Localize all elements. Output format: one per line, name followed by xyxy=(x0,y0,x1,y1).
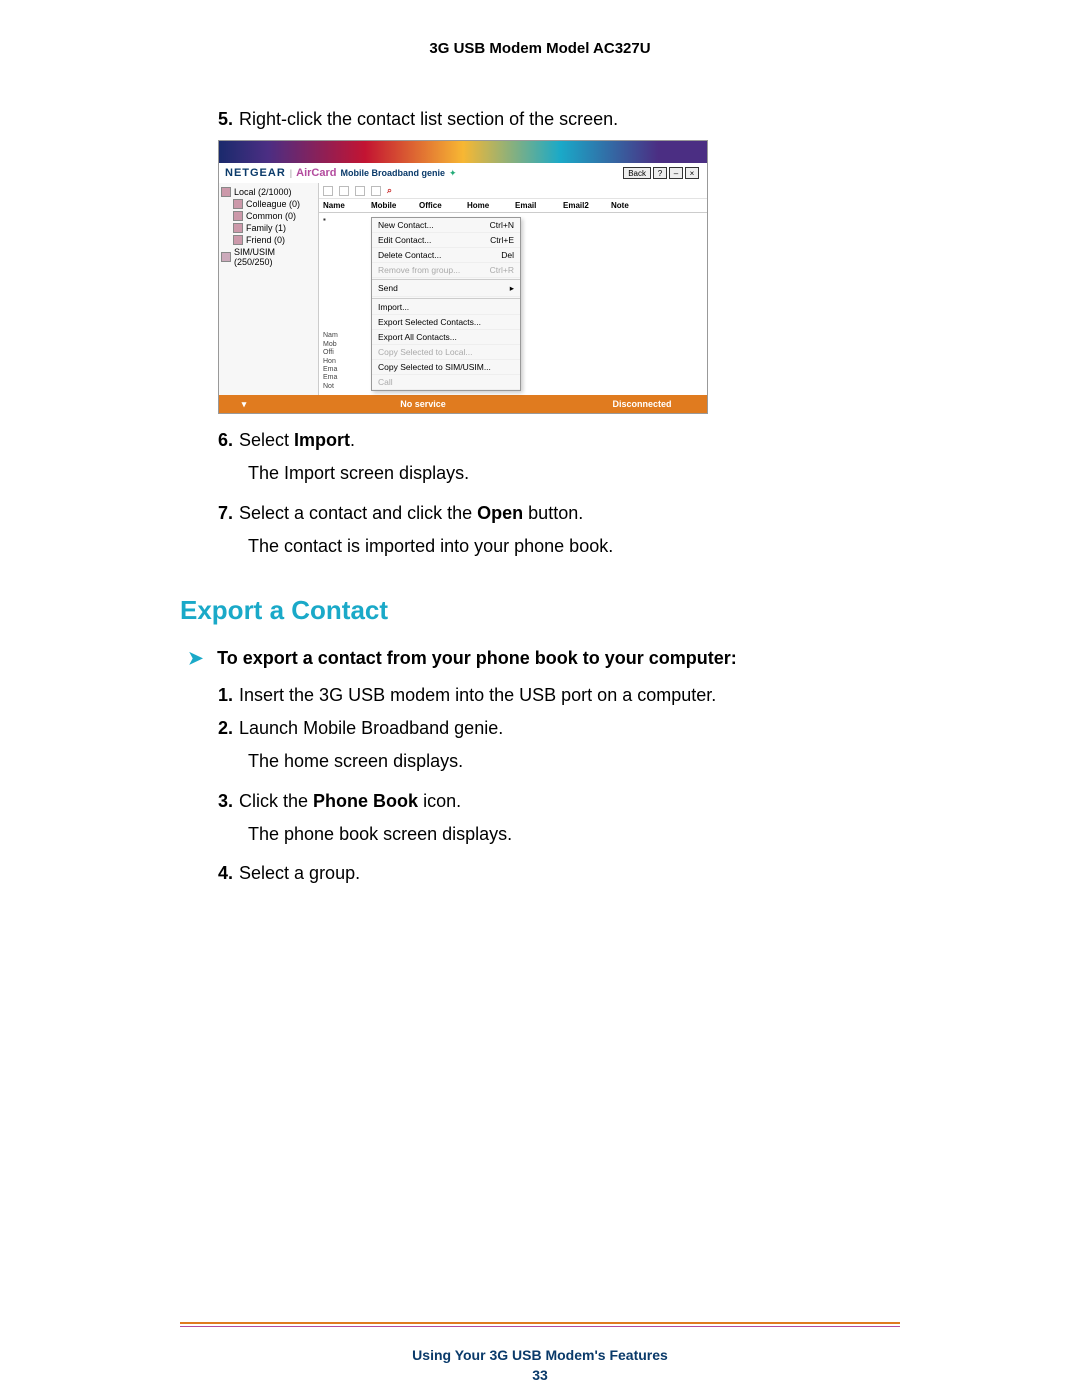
task-text: To export a contact from your phone book… xyxy=(217,648,737,669)
product-header: 3G USB Modem Model AC327U xyxy=(180,40,900,57)
ctx-delete-contact[interactable]: Delete Contact...Del xyxy=(372,248,520,263)
task-arrow-icon: ➤ xyxy=(188,648,203,669)
brand-tagline: Mobile Broadband genie xyxy=(340,168,445,178)
ctx-new-contact[interactable]: New Contact...Ctrl+N xyxy=(372,218,520,233)
toolbar: ⌕ xyxy=(319,183,707,199)
task-intro: ➤ To export a contact from your phone bo… xyxy=(180,648,900,669)
close-button[interactable]: × xyxy=(685,167,699,179)
step-text: Select a contact and click the Open butt… xyxy=(239,501,900,526)
step-text: Click the Phone Book icon. xyxy=(239,789,900,814)
manual-page: 3G USB Modem Model AC327U 5. Right-click… xyxy=(0,0,1080,1397)
folder-icon xyxy=(233,199,243,209)
step-text: Select a group. xyxy=(239,861,900,886)
back-button[interactable]: Back xyxy=(623,167,651,179)
step-b3: 3. Click the Phone Book icon. xyxy=(180,789,900,814)
step-6-result: The Import screen displays. xyxy=(248,461,900,486)
window-titlebar xyxy=(219,141,707,163)
tree-root[interactable]: Local (2/1000) xyxy=(221,186,316,198)
brand-row: NETGEAR | AirCard Mobile Broadband genie… xyxy=(219,163,707,183)
brand-netgear: NETGEAR xyxy=(225,167,286,179)
step-6: 6. Select Import. xyxy=(180,428,900,453)
help-button[interactable]: ? xyxy=(653,167,667,179)
footer-rule xyxy=(180,1322,900,1327)
step-number: 2. xyxy=(180,716,233,741)
step-number: 1. xyxy=(180,683,233,708)
folder-icon xyxy=(221,187,231,197)
doc-icon[interactable] xyxy=(355,186,365,196)
ctx-export-selected[interactable]: Export Selected Contacts... xyxy=(372,315,520,330)
step-number: 5. xyxy=(180,107,233,132)
signal-icon: ▾ xyxy=(219,399,269,410)
step-text: Launch Mobile Broadband genie. xyxy=(239,716,900,741)
ctx-call: Call xyxy=(372,375,520,390)
brand-aircard: AirCard xyxy=(296,167,336,179)
step-text: Select Import. xyxy=(239,428,900,453)
step-number: 4. xyxy=(180,861,233,886)
tree-item[interactable]: Family (1) xyxy=(233,222,316,234)
step-number: 6. xyxy=(180,428,233,453)
app-screenshot: NETGEAR | AirCard Mobile Broadband genie… xyxy=(218,140,708,414)
detail-panel: Nam Mob Offi Hon Ema Ema Not xyxy=(323,332,338,391)
step-text: Insert the 3G USB modem into the USB por… xyxy=(239,683,900,708)
edit-icon[interactable] xyxy=(339,186,349,196)
tree-item[interactable]: Common (0) xyxy=(233,210,316,222)
status-service: No service xyxy=(269,399,577,409)
new-icon[interactable] xyxy=(323,186,333,196)
ctx-edit-contact[interactable]: Edit Contact...Ctrl+E xyxy=(372,233,520,248)
footer-page-number: 33 xyxy=(0,1367,1080,1383)
step-5: 5. Right-click the contact list section … xyxy=(180,107,900,132)
step-number: 3. xyxy=(180,789,233,814)
column-headers: NameMobileOfficeHomeEmailEmail2Note xyxy=(319,199,707,213)
step-7-result: The contact is imported into your phone … xyxy=(248,534,900,559)
ctx-copy-sim[interactable]: Copy Selected to SIM/USIM... xyxy=(372,360,520,375)
tree-item[interactable]: Colleague (0) xyxy=(233,198,316,210)
step-number: 7. xyxy=(180,501,233,526)
status-connection: Disconnected xyxy=(577,399,707,409)
minimize-button[interactable]: – xyxy=(669,167,683,179)
ctx-remove-group: Remove from group...Ctrl+R xyxy=(372,263,520,278)
status-bar: ▾ No service Disconnected xyxy=(219,395,707,413)
step-text: Right-click the contact list section of … xyxy=(239,107,900,132)
context-menu: New Contact...Ctrl+N Edit Contact...Ctrl… xyxy=(371,217,521,391)
ctx-import[interactable]: Import... xyxy=(372,300,520,315)
group-tree[interactable]: Local (2/1000) Colleague (0) Common (0) … xyxy=(219,183,319,395)
section-heading: Export a Contact xyxy=(180,595,900,626)
step-b2: 2. Launch Mobile Broadband genie. xyxy=(180,716,900,741)
genie-star-icon: ✦ xyxy=(449,168,457,179)
tree-sim[interactable]: SIM/USIM (250/250) xyxy=(221,246,316,268)
mail-icon[interactable] xyxy=(371,186,381,196)
footer-chapter: Using Your 3G USB Modem's Features xyxy=(0,1347,1080,1363)
ctx-copy-local: Copy Selected to Local... xyxy=(372,345,520,360)
step-7: 7. Select a contact and click the Open b… xyxy=(180,501,900,526)
ctx-export-all[interactable]: Export All Contacts... xyxy=(372,330,520,345)
tree-item[interactable]: Friend (0) xyxy=(233,234,316,246)
folder-icon xyxy=(233,223,243,233)
ctx-send[interactable]: Send▸ xyxy=(372,281,520,297)
search-icon[interactable]: ⌕ xyxy=(387,185,392,196)
step-b2-result: The home screen displays. xyxy=(248,749,900,774)
sim-icon xyxy=(221,252,231,262)
step-b1: 1. Insert the 3G USB modem into the USB … xyxy=(180,683,900,708)
folder-icon xyxy=(233,235,243,245)
step-b4: 4. Select a group. xyxy=(180,861,900,886)
step-b3-result: The phone book screen displays. xyxy=(248,822,900,847)
folder-icon xyxy=(233,211,243,221)
contact-list-panel[interactable]: ⌕ NameMobileOfficeHomeEmailEmail2Note ▪ … xyxy=(319,183,707,395)
